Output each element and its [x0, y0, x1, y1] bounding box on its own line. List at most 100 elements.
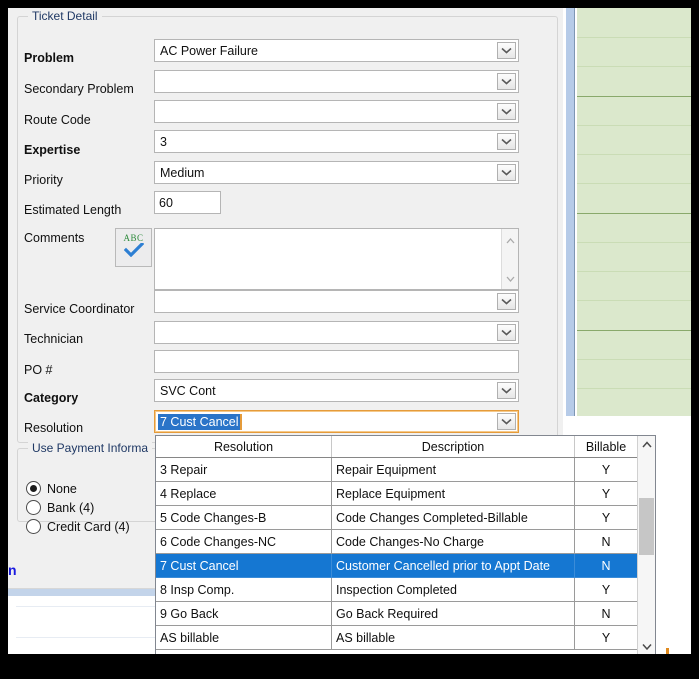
label-expertise: Expertise [24, 143, 81, 157]
combo-expertise-value: 3 [160, 134, 167, 149]
cell-resolution: 9 Go Back [156, 602, 332, 626]
scroll-down-icon[interactable] [638, 638, 655, 654]
cell-resolution: 3 Repair [156, 458, 332, 482]
combo-secondary-problem-value [155, 71, 497, 92]
cell-billable: Y [575, 626, 637, 650]
label-priority: Priority [24, 173, 63, 187]
combo-resolution-value: 7 Cust Cancel [158, 413, 242, 430]
combo-expertise[interactable]: 3 [154, 130, 519, 153]
label-secondary-problem: Secondary Problem [24, 82, 134, 96]
column-header-description: Description [332, 436, 575, 457]
combo-technician-value [155, 322, 497, 343]
spellcheck-button[interactable]: ABC [115, 228, 152, 267]
chevron-down-icon[interactable] [497, 73, 516, 90]
ticket-detail-groupbox-title: Ticket Detail [28, 9, 102, 23]
table-row-selected[interactable]: 7 Cust Cancel Customer Cancelled prior t… [156, 554, 637, 578]
table-row[interactable]: 4 Replace Replace Equipment Y [156, 482, 637, 506]
resolution-dropdown-list[interactable]: Resolution Description Billable 3 Repair… [155, 435, 656, 654]
label-po-number: PO # [24, 363, 53, 377]
cell-resolution: 8 Insp Comp. [156, 578, 332, 602]
chevron-down-icon[interactable] [497, 133, 516, 150]
table-row[interactable]: 5 Code Changes-B Code Changes Completed-… [156, 506, 637, 530]
scroll-down-icon[interactable] [506, 269, 515, 287]
combo-priority-value: Medium [160, 165, 205, 180]
chevron-down-icon[interactable] [497, 164, 516, 181]
table-row[interactable]: 9 Go Back Go Back Required N [156, 602, 637, 626]
cell-billable: Y [575, 458, 637, 482]
combo-service-coordinator-value [155, 291, 497, 312]
cell-resolution: 5 Code Changes-B [156, 506, 332, 530]
cell-description: Go Back Required [332, 602, 575, 626]
combo-resolution-value-wrap: 7 Cust Cancel [155, 411, 497, 432]
radio-payment-none-label: None [47, 481, 77, 496]
po-number-input[interactable] [154, 350, 519, 373]
cell-description: Customer Cancelled prior to Appt Date [332, 554, 575, 578]
scroll-up-icon[interactable] [638, 436, 655, 453]
radio-unselected-icon [26, 500, 41, 515]
cell-description: AS billable [332, 626, 575, 650]
chevron-down-icon[interactable] [497, 324, 516, 341]
radio-selected-icon [26, 481, 41, 496]
estimated-length-input[interactable]: 60 [154, 191, 221, 214]
column-header-resolution: Resolution [156, 436, 332, 457]
scrollbar-thumb[interactable] [639, 498, 654, 555]
combo-priority[interactable]: Medium [154, 161, 519, 184]
screenshot-root: Ticket Detail Problem Secondary Problem … [0, 0, 699, 679]
label-resolution: Resolution [24, 421, 84, 435]
combo-secondary-problem[interactable] [154, 70, 519, 93]
dropdown-scrollbar[interactable] [637, 436, 655, 654]
combo-technician[interactable] [154, 321, 519, 344]
label-route-code: Route Code [24, 113, 91, 127]
combo-problem-value: AC Power Failure [160, 43, 258, 58]
chevron-down-icon[interactable] [497, 382, 516, 399]
scroll-up-icon[interactable] [506, 231, 515, 249]
cell-billable: Y [575, 578, 637, 602]
radio-payment-none[interactable]: None [26, 481, 77, 496]
label-comments: Comments [24, 231, 85, 245]
cell-description: Code Changes-No Charge [332, 530, 575, 554]
comments-scrollbar[interactable] [501, 229, 518, 289]
chevron-down-icon[interactable] [497, 293, 516, 310]
cell-description: Replace Equipment [332, 482, 575, 506]
radio-payment-credit-card[interactable]: Credit Card (4) [26, 519, 130, 534]
chevron-down-icon[interactable] [497, 42, 516, 59]
cell-billable: N [575, 530, 637, 554]
chevron-down-icon[interactable] [497, 413, 516, 430]
spellcheck-abc-label: ABC [123, 232, 144, 243]
table-row[interactable]: 8 Insp Comp. Inspection Completed Y [156, 578, 637, 602]
cell-billable: N [575, 602, 637, 626]
label-problem: Problem [24, 51, 75, 65]
combo-category[interactable]: SVC Cont [154, 379, 519, 402]
combo-category-value: SVC Cont [160, 383, 216, 398]
table-row[interactable]: 3 Repair Repair Equipment Y [156, 458, 637, 482]
checkmark-icon [123, 241, 144, 262]
cell-resolution: 6 Code Changes-NC [156, 530, 332, 554]
resolution-dropdown-table: Resolution Description Billable 3 Repair… [156, 436, 637, 654]
label-estimated-length: Estimated Length [24, 203, 122, 217]
combo-resolution[interactable]: 7 Cust Cancel [154, 410, 519, 433]
chevron-down-icon[interactable] [497, 103, 516, 120]
label-category: Category [24, 391, 79, 405]
combo-service-coordinator[interactable] [154, 290, 519, 313]
cell-billable: Y [575, 482, 637, 506]
application-window: Ticket Detail Problem Secondary Problem … [8, 8, 691, 654]
cell-resolution: 4 Replace [156, 482, 332, 506]
cell-resolution: 7 Cust Cancel [156, 554, 332, 578]
combo-problem[interactable]: AC Power Failure [154, 39, 519, 62]
table-row[interactable]: AS billable AS billable Y [156, 626, 637, 650]
cell-billable: N [575, 554, 637, 578]
label-technician: Technician [24, 332, 84, 346]
radio-payment-bank[interactable]: Bank (4) [26, 500, 94, 515]
partial-link-text[interactable]: n [8, 562, 17, 578]
table-row[interactable]: 6 Code Changes-NC Code Changes-No Charge… [156, 530, 637, 554]
cell-description: Inspection Completed [332, 578, 575, 602]
table-header-row: Resolution Description Billable [156, 436, 637, 458]
cell-description: Repair Equipment [332, 458, 575, 482]
combo-route-code[interactable] [154, 100, 519, 123]
orange-marker [666, 648, 669, 654]
cell-description: Code Changes Completed-Billable [332, 506, 575, 530]
combo-route-code-value [155, 101, 497, 122]
column-header-billable: Billable [585, 439, 627, 454]
radio-unselected-icon [26, 519, 41, 534]
comments-textarea[interactable] [154, 228, 519, 290]
